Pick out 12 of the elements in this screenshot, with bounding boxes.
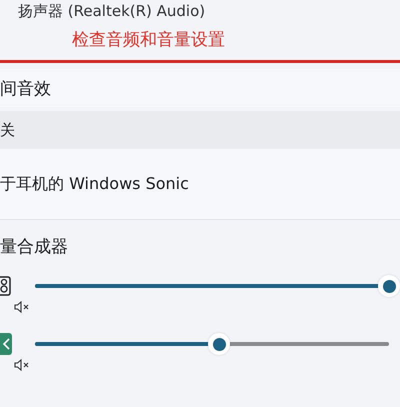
mute-icon[interactable] xyxy=(14,359,30,371)
device-name: 扬声器 (Realtek(R) Audio) xyxy=(18,2,206,20)
slider-thumb[interactable] xyxy=(378,275,400,297)
option-row[interactable]: 关 xyxy=(0,111,400,149)
section-heading: 间音效 xyxy=(0,78,51,100)
annotation-text: 检查音频和音量设置 xyxy=(72,29,225,51)
section-heading: 量合成器 xyxy=(0,236,68,258)
slider-thumb[interactable] xyxy=(208,333,230,355)
mute-icon[interactable] xyxy=(14,301,30,313)
option-label: 关 xyxy=(0,120,15,140)
speaker-icon xyxy=(0,276,14,296)
spatial-option[interactable]: 于耳机的 Windows Sonic xyxy=(0,174,189,194)
